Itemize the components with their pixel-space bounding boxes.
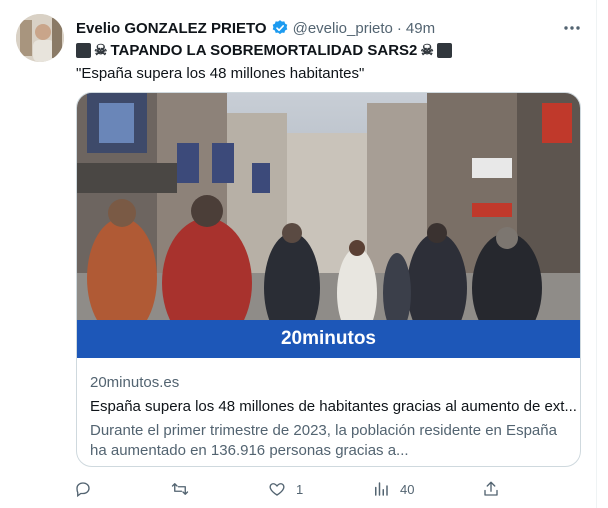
reply-button[interactable] xyxy=(74,480,102,498)
tweet[interactable]: Evelio GONZALEZ PRIETO @evelio_prieto · … xyxy=(0,0,597,508)
share-button[interactable] xyxy=(482,480,500,498)
timestamp[interactable]: 49m xyxy=(406,20,435,37)
link-card[interactable]: 20minutos 20minutos.es España supera los… xyxy=(76,92,581,467)
black-square-icon xyxy=(76,42,91,58)
heart-icon xyxy=(269,483,285,496)
author-name[interactable]: Evelio GONZALEZ PRIETO xyxy=(76,20,267,37)
card-image[interactable] xyxy=(77,93,580,348)
more-icon[interactable] xyxy=(558,16,586,40)
author-handle[interactable]: @evelio_prieto xyxy=(293,20,393,37)
views-count: 40 xyxy=(400,481,415,497)
retweet-button[interactable] xyxy=(171,480,199,498)
reply-icon xyxy=(76,482,90,498)
retweet-icon xyxy=(171,483,189,495)
card-title[interactable]: España supera los 48 millones de habitan… xyxy=(90,398,577,415)
like-count: 1 xyxy=(296,481,304,497)
tweet-actions: 1 40 xyxy=(74,480,504,502)
card-domain: 20minutos.es xyxy=(90,374,180,391)
tweet-headline: TAPANDO LA SOBREMORTALIDAD SARS2 xyxy=(110,41,418,59)
skull-crossbones-icon: ☠ xyxy=(420,42,434,59)
card-description: Durante el primer trimestre de 2023, la … xyxy=(90,422,557,459)
separator: · xyxy=(396,19,402,37)
verified-badge-icon xyxy=(271,19,289,37)
tweet-text-line1: ☠ TAPANDO LA SOBREMORTALIDAD SARS2 ☠ xyxy=(76,41,452,59)
avatar[interactable] xyxy=(16,14,64,62)
views-icon xyxy=(375,482,388,496)
views-button[interactable]: 40 xyxy=(372,480,414,498)
black-square-icon xyxy=(436,42,452,58)
like-button[interactable]: 1 xyxy=(268,480,303,498)
share-icon xyxy=(484,481,498,496)
card-brand-banner: 20minutos xyxy=(77,320,580,358)
skull-crossbones-icon: ☠ xyxy=(94,42,108,59)
tweet-header: Evelio GONZALEZ PRIETO @evelio_prieto · … xyxy=(76,19,435,37)
tweet-text-line2: "España supera los 48 millones habitante… xyxy=(76,65,365,82)
